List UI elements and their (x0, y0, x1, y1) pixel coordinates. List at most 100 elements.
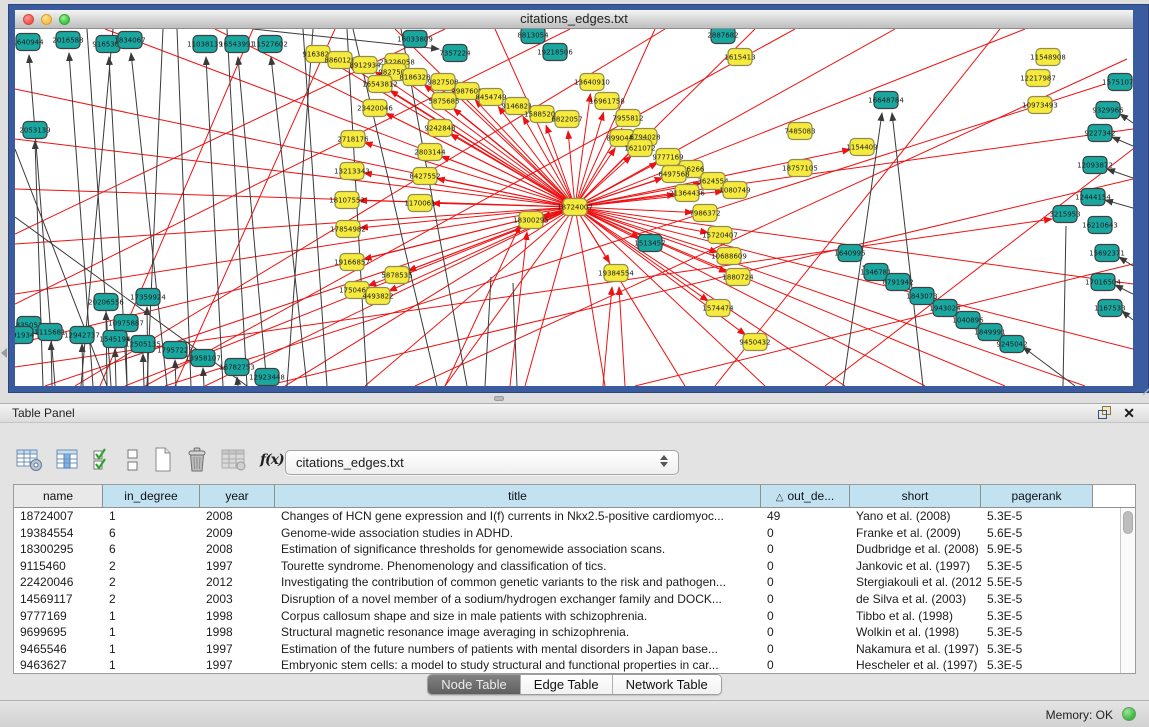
graph-node[interactable]: 8427552 (409, 168, 440, 185)
graph-node[interactable]: 7357224 (439, 45, 471, 62)
table-row[interactable]: 969969511998Structural magnetic resonanc… (14, 624, 1120, 641)
graph-node[interactable]: 13213343 (334, 163, 370, 180)
memory-ok-indicator[interactable] (1122, 707, 1136, 721)
graph-node[interactable]: 10975887 (108, 315, 144, 332)
graph-node[interactable]: 15751074 (1102, 74, 1133, 91)
graph-node[interactable]: 11038139 (187, 36, 223, 53)
graph-node[interactable]: 6497568 (658, 166, 689, 183)
graph-node[interactable]: 9329966 (1092, 102, 1124, 119)
column-header-pagerank[interactable]: pagerank (981, 485, 1093, 507)
tab-edge-table[interactable]: Edge Table (521, 675, 613, 694)
graph-node[interactable]: 9245042 (996, 336, 1027, 353)
table-row[interactable]: 1456911722003Disruption of a novel membe… (14, 591, 1120, 608)
window-titlebar[interactable]: citations_edges.txt (15, 10, 1133, 29)
function-builder-button[interactable]: f(x) (260, 445, 284, 475)
graph-node[interactable]: 9450432 (739, 334, 770, 351)
network-view[interactable]: 1872400718300295193845549777169746266649… (15, 29, 1133, 386)
graph-node[interactable]: 15692371 (1089, 245, 1125, 262)
float-window-icon[interactable] (1098, 406, 1113, 420)
graph-node[interactable]: 12093872 (1077, 157, 1113, 174)
zoom-button[interactable] (59, 14, 70, 25)
graph-node[interactable]: 16210643 (1082, 217, 1118, 234)
graph-node[interactable]: 2053139 (19, 122, 50, 139)
table-source-dropdown[interactable]: citations_edges.txt (285, 450, 679, 475)
column-header-out_de[interactable]: △out_de... (761, 485, 850, 507)
graph-node[interactable]: 19166857 (334, 254, 370, 271)
column-header-year[interactable]: year (200, 485, 275, 507)
graph-node[interactable]: 9242848 (424, 120, 455, 137)
graph-node[interactable]: 4493822 (362, 288, 393, 305)
graph-node[interactable]: 2718176 (337, 131, 369, 148)
table-row[interactable]: 946362711997Embryonic stem cells: a mode… (14, 657, 1120, 673)
graph-node[interactable]: 1615413 (724, 49, 755, 66)
graph-node[interactable]: 1513457 (634, 235, 665, 252)
table-panel-splitter-handle[interactable] (494, 396, 504, 401)
create-column-button[interactable] (153, 445, 173, 475)
table-row[interactable]: 1938455462009Genome-wide association stu… (14, 525, 1120, 542)
graph-node[interactable]: 11548908 (1030, 49, 1066, 66)
tab-node-table[interactable]: Node Table (428, 675, 521, 694)
graph-node[interactable]: 20206556 (88, 294, 124, 311)
graph-node[interactable]: 10688609 (711, 248, 747, 265)
column-header-short[interactable]: short (850, 485, 981, 507)
minimize-button[interactable] (41, 14, 52, 25)
tab-network-table[interactable]: Network Table (613, 675, 721, 694)
graph-node[interactable]: 8912934 (349, 57, 381, 74)
graph-node[interactable]: 7986372 (689, 205, 720, 222)
graph-node[interactable]: 2803144 (414, 144, 446, 161)
graph-node[interactable]: 8813054 (517, 29, 549, 44)
graph-node[interactable]: 10973493 (1022, 97, 1058, 114)
show-columns-button[interactable] (56, 445, 80, 475)
graph-node[interactable]: 1640944 (15, 34, 44, 51)
graph-node[interactable]: 7955812 (612, 110, 643, 127)
graph-node[interactable]: 13640910 (574, 74, 610, 91)
graph-node[interactable]: 2016588 (52, 32, 83, 49)
graph-node[interactable]: 12942737 (64, 327, 100, 344)
table-row[interactable]: 2242004622012Investigating the contribut… (14, 574, 1120, 591)
row-height-button[interactable] (126, 445, 140, 475)
control-panel-splitter-handle[interactable] (1, 348, 7, 358)
graph-node[interactable]: 5878535 (381, 267, 412, 284)
table-row[interactable]: 946554611997Estimation of the future num… (14, 641, 1120, 658)
graph-node[interactable]: 3215953 (1049, 206, 1080, 223)
column-header-in_degree[interactable]: in_degree (103, 485, 200, 507)
graph-node[interactable]: 1834067 (114, 32, 145, 49)
graph-node[interactable]: 8791942 (882, 274, 913, 291)
table-row[interactable]: 911546021997Tourette syndrome. Phenomeno… (14, 558, 1120, 575)
graph-node[interactable]: 12217987 (1020, 70, 1056, 87)
graph-node[interactable]: 1115681 (34, 324, 65, 341)
graph-node[interactable]: 19218506 (537, 44, 573, 61)
window-resize-grip[interactable] (1139, 378, 1149, 396)
table-row[interactable]: 1830029562008Estimation of significance … (14, 541, 1120, 558)
graph-node[interactable]: 1154409 (846, 139, 877, 156)
graph-node[interactable]: 16648784 (868, 92, 904, 109)
network-canvas-svg[interactable]: 1872400718300295193845549777169746266649… (15, 29, 1133, 386)
graph-node[interactable]: 9227342 (1084, 125, 1115, 142)
delete-column-button[interactable] (186, 445, 208, 475)
graph-node[interactable]: 8186328 (399, 69, 430, 86)
close-button[interactable] (23, 14, 34, 25)
graph-node[interactable]: 1880724 (722, 269, 754, 286)
graph-node[interactable]: 7485083 (784, 123, 815, 140)
column-header-name[interactable]: name (14, 485, 103, 507)
graph-node[interactable]: 1170061 (404, 195, 435, 212)
graph-node[interactable]: 21364436 (669, 185, 705, 202)
graph-node[interactable]: 1167533 (1094, 300, 1125, 317)
graph-node[interactable]: 1640995 (834, 245, 865, 262)
graph-node[interactable]: 6822057 (551, 111, 582, 128)
scrollbar-thumb[interactable] (1123, 511, 1133, 534)
graph-node[interactable]: 391934 (15, 327, 35, 344)
graph-node[interactable]: 1080749 (719, 182, 750, 199)
graph-node[interactable]: 17016504 (1085, 274, 1121, 291)
graph-node[interactable]: 1621072 (624, 140, 655, 157)
column-header-title[interactable]: title (275, 485, 761, 507)
graph-node[interactable]: 2887682 (707, 29, 738, 44)
close-panel-icon[interactable]: ✕ (1123, 406, 1135, 420)
selection-mode-button[interactable] (93, 445, 113, 475)
delete-table-button-disabled[interactable] (221, 445, 247, 475)
table-mode-button[interactable] (16, 445, 43, 475)
table-vertical-scrollbar[interactable] (1120, 508, 1135, 673)
table-row[interactable]: 1872400712008Changes of HCN gene express… (14, 508, 1120, 525)
table-row[interactable]: 977716911998Corpus callosum shape and si… (14, 608, 1120, 625)
graph-node[interactable]: 18107552 (329, 192, 365, 209)
